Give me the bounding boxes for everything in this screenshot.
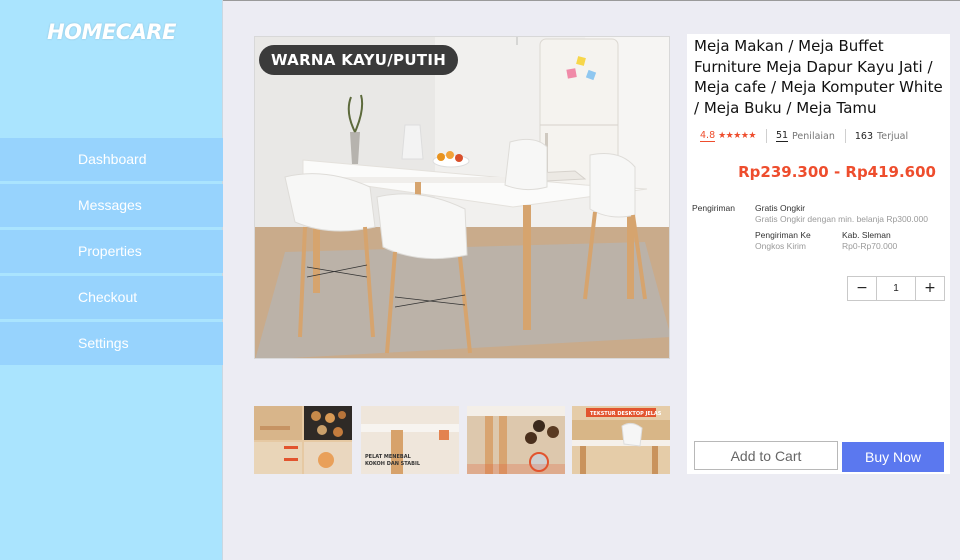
thumbnail-3[interactable] xyxy=(467,406,565,474)
ship-to-label: Pengiriman Ke xyxy=(755,230,811,240)
sold-count: 163 xyxy=(854,130,874,142)
sidebar-item-messages[interactable]: Messages xyxy=(0,184,223,227)
price-range: Rp239.300 - Rp419.600 xyxy=(738,163,936,181)
reviews-count[interactable]: 51 xyxy=(775,130,789,142)
brand-logo: HOMECARE xyxy=(47,20,176,44)
quantity-stepper: − + xyxy=(847,276,945,301)
free-shipping-desc: Gratis Ongkir dengan min. belanja Rp300.… xyxy=(755,214,928,224)
sidebar-nav: Dashboard Messages Properties Checkout S… xyxy=(0,138,223,368)
thumbnail-4-caption: TEKSTUR DESKTOP JELAS xyxy=(590,411,662,417)
add-to-cart-button[interactable]: Add to Cart xyxy=(694,441,838,470)
thumbnail-1[interactable] xyxy=(254,406,352,474)
sold-label: Terjual xyxy=(877,130,909,142)
sidebar-item-settings[interactable]: Settings xyxy=(0,322,223,365)
shipping-label: Pengiriman xyxy=(692,203,735,213)
thumbnail-2-caption-line1: PELAT MENEBAL xyxy=(365,454,412,460)
dining-set-illustration xyxy=(255,37,669,358)
thumbnail-1-image xyxy=(254,406,352,474)
shipping-cost-label: Ongkos Kirim xyxy=(755,241,807,251)
color-variant-badge: WARNA KAYU/PUTIH xyxy=(259,45,459,75)
rating-divider xyxy=(765,129,767,143)
ship-to-location[interactable]: Kab. Sleman xyxy=(842,230,891,240)
product-main-image[interactable]: WARNA KAYU/PUTIH xyxy=(254,36,670,359)
free-shipping-title: Gratis Ongkir xyxy=(755,203,806,213)
thumbnail-2[interactable]: PELAT MENEBAL KOKOH DAN STABIL xyxy=(361,406,459,474)
thumbnail-3-image xyxy=(467,406,565,474)
sidebar-item-properties[interactable]: Properties xyxy=(0,230,223,273)
thumbnail-2-caption-line2: KOKOH DAN STABIL xyxy=(365,461,421,467)
product-title: Meja Makan / Meja Buffet Furniture Meja … xyxy=(694,37,943,117)
top-divider xyxy=(223,0,960,1)
thumbnail-4[interactable]: TEKSTUR DESKTOP JELAS xyxy=(572,406,670,474)
reviews-label: Penilaian xyxy=(792,130,835,142)
thumbnail-4-image: TEKSTUR DESKTOP JELAS xyxy=(572,406,670,474)
sidebar: HOMECARE Dashboard Messages Properties C… xyxy=(0,0,223,560)
quantity-input[interactable] xyxy=(876,277,916,300)
rating-row: 4.8 ★★★★★ 51 Penilaian 163 Terjual xyxy=(700,129,908,143)
star-rating-icon: ★★★★★ xyxy=(718,131,756,141)
rating-value[interactable]: 4.8 xyxy=(700,130,716,142)
buy-now-button[interactable]: Buy Now xyxy=(842,442,944,472)
sidebar-item-dashboard[interactable]: Dashboard xyxy=(0,138,223,181)
sidebar-item-checkout[interactable]: Checkout xyxy=(0,276,223,319)
shipping-cost-value: Rp0-Rp70.000 xyxy=(842,241,898,251)
sold-divider xyxy=(844,129,846,143)
decrement-button[interactable]: − xyxy=(848,277,876,300)
increment-button[interactable]: + xyxy=(916,277,944,300)
thumbnail-strip: PELAT MENEBAL KOKOH DAN STABIL TEKSTUR D… xyxy=(254,406,670,474)
product-info-panel: Meja Makan / Meja Buffet Furniture Meja … xyxy=(687,34,950,474)
thumbnail-2-image: PELAT MENEBAL KOKOH DAN STABIL xyxy=(361,406,459,474)
